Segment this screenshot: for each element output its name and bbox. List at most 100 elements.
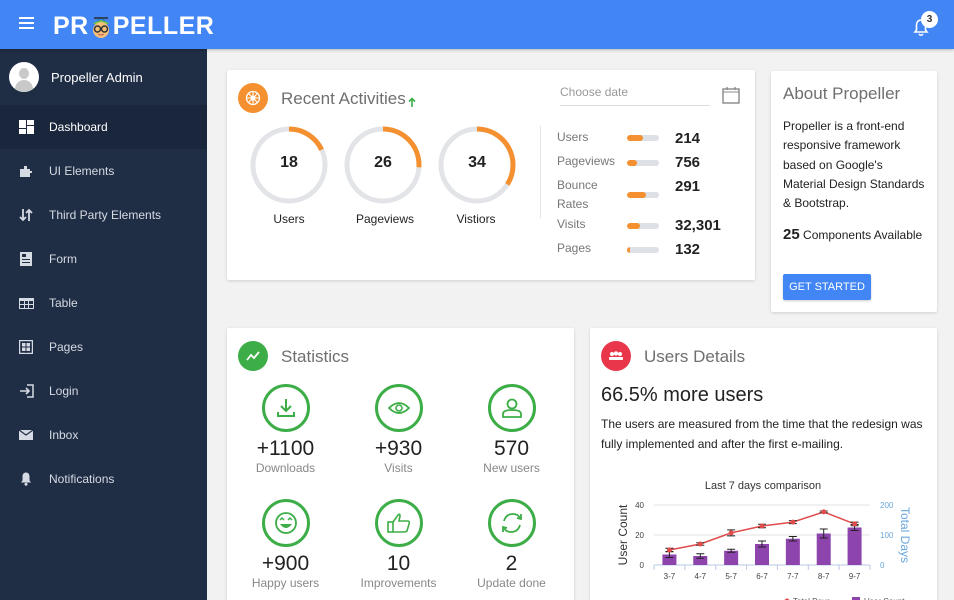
date-picker-input[interactable] — [560, 82, 710, 106]
dashboard-icon — [18, 119, 34, 135]
stat-value: 756 — [675, 154, 701, 171]
stat-number: 10 — [386, 552, 411, 575]
sidebar-item-label: Table — [49, 296, 78, 310]
refresh-icon — [487, 499, 536, 547]
stat-improvements: 10 Improvements — [342, 499, 455, 590]
x-tick-label: 5-7 — [725, 572, 737, 581]
user-profile[interactable]: Propeller Admin — [0, 49, 207, 105]
x-tick-label: 3-7 — [664, 572, 676, 581]
stat-progress-fill — [627, 135, 643, 141]
line-point — [697, 541, 703, 547]
ring-value: 26 — [374, 154, 392, 171]
notification-count-badge: 3 — [921, 11, 938, 28]
puzzle-icon — [18, 163, 34, 179]
stat-number: +900 — [261, 552, 310, 575]
card-title: Recent Activities — [281, 89, 406, 108]
bar — [785, 538, 800, 565]
stat-progress-fill — [627, 247, 631, 253]
y-tick-label: 20 — [635, 531, 644, 540]
line-point — [759, 523, 765, 529]
sidebar-item-third-party-elements[interactable]: Third Party Elements — [0, 193, 207, 237]
stat-caption: Happy users — [251, 576, 320, 590]
components-count-label: Components Available — [803, 228, 923, 242]
sidebar-item-label: Form — [49, 252, 77, 266]
eye-icon — [374, 384, 423, 432]
about-title: About Propeller — [783, 84, 901, 103]
group-icon — [601, 341, 631, 371]
sidebar-item-dashboard[interactable]: Dashboard — [0, 105, 207, 149]
sidebar-item-label: Notifications — [49, 472, 115, 486]
smiley-icon — [261, 499, 310, 547]
sidebar-item-login[interactable]: Login — [0, 369, 207, 413]
propeller-mascot-icon — [90, 16, 112, 38]
stat-progress-bar — [627, 247, 659, 253]
stat-value: 132 — [675, 241, 701, 258]
x-tick-label: 4-7 — [695, 572, 707, 581]
sidebar-item-label: Pages — [49, 340, 84, 354]
bell-icon — [18, 471, 34, 487]
line-point — [790, 519, 796, 525]
stat-number: 570 — [493, 437, 530, 460]
stat-caption: Improvements — [360, 576, 437, 590]
stat-value: 291 — [675, 178, 701, 195]
brand-text-start: PR — [53, 12, 89, 40]
brand-logo[interactable]: PR PELLER — [53, 12, 214, 41]
stat-visits: +930 Visits — [342, 384, 455, 475]
thumbs-up-icon — [374, 499, 423, 547]
arrow-up-icon — [408, 94, 416, 112]
ring-value: 18 — [280, 154, 298, 171]
stat-progress-bar — [627, 135, 659, 141]
stat-value: 32,301 — [675, 217, 721, 234]
sidebar-item-form[interactable]: Form — [0, 237, 207, 281]
bar — [724, 550, 739, 565]
recent-activities-card: Recent Activities 18 Users 26 Pageviews … — [227, 70, 755, 280]
stat-number: +1100 — [256, 437, 315, 460]
users-headline: 66.5% more users — [601, 384, 764, 406]
login-icon — [18, 383, 34, 399]
stat-happy-users: +900 Happy users — [229, 499, 342, 590]
sidebar-item-ui-elements[interactable]: UI Elements — [0, 149, 207, 193]
sidebar-item-label: Third Party Elements — [49, 208, 162, 222]
stat-label: Visits — [557, 217, 586, 231]
stat-number: +930 — [374, 437, 423, 460]
divider — [540, 126, 541, 218]
sidebar-item-table[interactable]: Table — [0, 281, 207, 325]
sidebar-item-inbox[interactable]: Inbox — [0, 413, 207, 457]
stat-label: Bounce Rates — [557, 178, 598, 211]
menu-toggle-button[interactable] — [19, 17, 34, 29]
y-right-tick-label: 100 — [880, 531, 894, 540]
stat-progress-fill — [627, 223, 640, 229]
pages-icon — [18, 339, 34, 355]
card-title: Statistics — [281, 347, 350, 366]
x-tick-label: 7-7 — [787, 572, 799, 581]
sidebar-item-label: Login — [49, 384, 79, 398]
sidebar: Propeller Admin Dashboard UI Elements Th… — [0, 49, 207, 600]
stat-label: Users — [557, 130, 589, 144]
users-comparison-chart: Last 7 days comparison 0 20 40 0 100 200 User … — [616, 480, 912, 600]
stat-progress-fill — [627, 192, 647, 198]
y-right-tick-label: 200 — [880, 501, 894, 510]
stat-progress-bar — [627, 192, 659, 198]
form-icon — [18, 251, 34, 267]
sidebar-item-pages[interactable]: Pages — [0, 325, 207, 369]
x-tick-label: 6-7 — [756, 572, 768, 581]
pageviews-ring: 26 — [344, 126, 422, 204]
y-tick-label: 0 — [640, 561, 645, 570]
ring-label: Pageviews — [355, 212, 415, 226]
sidebar-item-notifications[interactable]: Notifications — [0, 457, 207, 501]
download-icon — [261, 384, 310, 432]
components-count: 25 Components Available — [783, 223, 928, 247]
calendar-icon[interactable] — [722, 86, 740, 104]
ring-label: Users — [273, 212, 305, 226]
brand-text-end: PELLER — [112, 12, 215, 40]
ring-label: Vistiors — [456, 212, 496, 226]
line-point — [728, 530, 734, 536]
x-tick-label: 8-7 — [818, 572, 830, 581]
swap-icon — [18, 207, 34, 223]
top-navbar: PR PELLER 3 — [0, 0, 954, 49]
stat-caption: Downloads — [255, 461, 316, 475]
get-started-button[interactable]: GET STARTED — [783, 274, 871, 300]
sidebar-item-label: Inbox — [49, 428, 79, 442]
y-tick-label: 40 — [635, 501, 644, 510]
chart-title: Last 7 days comparison — [705, 480, 821, 492]
